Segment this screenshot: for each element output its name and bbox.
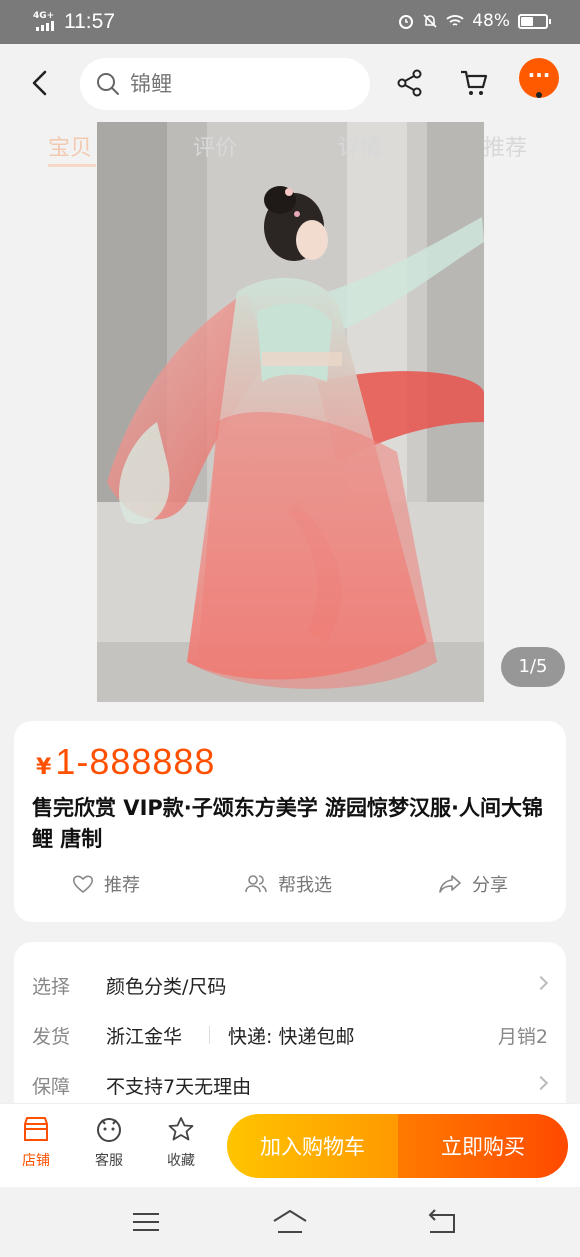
customer-service-button[interactable]: 客服	[79, 1116, 139, 1170]
hanfu-photo-illustration	[97, 122, 484, 702]
favorite-label: 收藏	[167, 1153, 195, 1169]
image-page-indicator: 1/5	[501, 647, 565, 687]
share-icon[interactable]	[395, 68, 425, 98]
spec-select-value: 颜色分类/尺码	[106, 976, 227, 998]
spec-shipping-row: 发货 浙江金华 快递: 快递包邮 月销2	[14, 1014, 566, 1054]
help-me-choose-button[interactable]: 帮我选	[244, 871, 332, 897]
shipping-express: 快递: 快递包邮	[228, 1026, 355, 1048]
price: ¥1-888888	[36, 741, 215, 783]
signal-icon	[36, 21, 54, 31]
mute-bell-icon	[423, 14, 437, 28]
customer-service-label: 客服	[95, 1153, 123, 1169]
shop-button[interactable]: 店铺	[6, 1116, 66, 1170]
share-arrow-icon	[439, 875, 461, 893]
chevron-right-icon	[533, 1075, 549, 1091]
share-action-label: 分享	[472, 875, 508, 896]
spec-select-row[interactable]: 选择 颜色分类/尺码	[14, 964, 566, 1004]
search-input[interactable]	[130, 70, 350, 98]
clock: 11:57	[64, 10, 115, 33]
battery-icon	[518, 13, 551, 29]
spec-select-label: 选择	[32, 976, 71, 998]
favorite-button[interactable]: 收藏	[151, 1116, 211, 1170]
product-image[interactable]	[97, 122, 484, 702]
tab-item[interactable]: 宝贝	[48, 130, 92, 162]
section-tabs: 宝贝 评价 详情 推荐	[0, 130, 580, 170]
divider	[209, 1026, 210, 1044]
monthly-sales: 月销2	[497, 1026, 548, 1048]
people-icon	[245, 875, 267, 893]
heart-icon	[72, 875, 94, 894]
shop-icon	[24, 1117, 48, 1141]
tab-underline	[48, 164, 96, 167]
status-bar: 4G+ 11:57 48%	[0, 0, 580, 44]
home-icon[interactable]	[270, 1207, 310, 1237]
bottom-action-bar: 店铺 客服 收藏 加入购物车 立即购买	[0, 1103, 580, 1187]
cart-icon[interactable]	[459, 68, 489, 98]
alarm-icon	[399, 15, 414, 29]
product-actions: 推荐 帮我选 分享	[14, 871, 566, 907]
tab-reviews[interactable]: 评价	[193, 130, 237, 162]
star-icon	[168, 1117, 194, 1141]
search-icon	[97, 73, 119, 95]
spec-guarantee-value: 不支持7天无理由	[106, 1076, 252, 1098]
help-me-choose-label: 帮我选	[278, 875, 332, 896]
customer-service-icon	[97, 1118, 121, 1142]
back-icon[interactable]	[422, 1207, 462, 1237]
spec-guarantee-row[interactable]: 保障 不支持7天无理由	[14, 1064, 566, 1104]
wifi-icon	[446, 15, 464, 26]
notification-dot	[536, 92, 542, 98]
top-nav: ···	[0, 44, 580, 122]
spec-shipping-label: 发货	[32, 1026, 71, 1048]
add-to-cart-button[interactable]: 加入购物车	[227, 1114, 398, 1178]
back-arrow-icon[interactable]	[26, 66, 56, 100]
search-bar[interactable]	[80, 58, 370, 110]
product-title: 售完欣赏 VIP款·子颂东方美学 游园惊梦汉服·人间大锦鲤 唐制	[32, 796, 544, 851]
menu-icon[interactable]	[126, 1207, 166, 1237]
share-action-button[interactable]: 分享	[438, 871, 508, 897]
recommend-button[interactable]: 推荐	[72, 871, 140, 897]
price-amount: 1-888888	[55, 741, 216, 782]
tab-recommend[interactable]: 推荐	[483, 130, 527, 162]
recommend-label: 推荐	[104, 875, 140, 896]
network-type: 4G+	[33, 11, 55, 21]
currency-symbol: ¥	[36, 755, 52, 780]
shop-label: 店铺	[22, 1153, 50, 1169]
chevron-right-icon	[533, 975, 549, 991]
tab-details[interactable]: 详情	[338, 130, 382, 162]
spec-guarantee-label: 保障	[32, 1076, 71, 1098]
buy-now-button[interactable]: 立即购买	[398, 1114, 568, 1178]
system-nav-bar	[0, 1187, 580, 1257]
battery-percent: 48%	[472, 11, 510, 31]
price-card: ¥1-888888 售完欣赏 VIP款·子颂东方美学 游园惊梦汉服·人间大锦鲤 …	[14, 721, 566, 922]
shipping-origin: 浙江金华	[106, 1026, 183, 1048]
